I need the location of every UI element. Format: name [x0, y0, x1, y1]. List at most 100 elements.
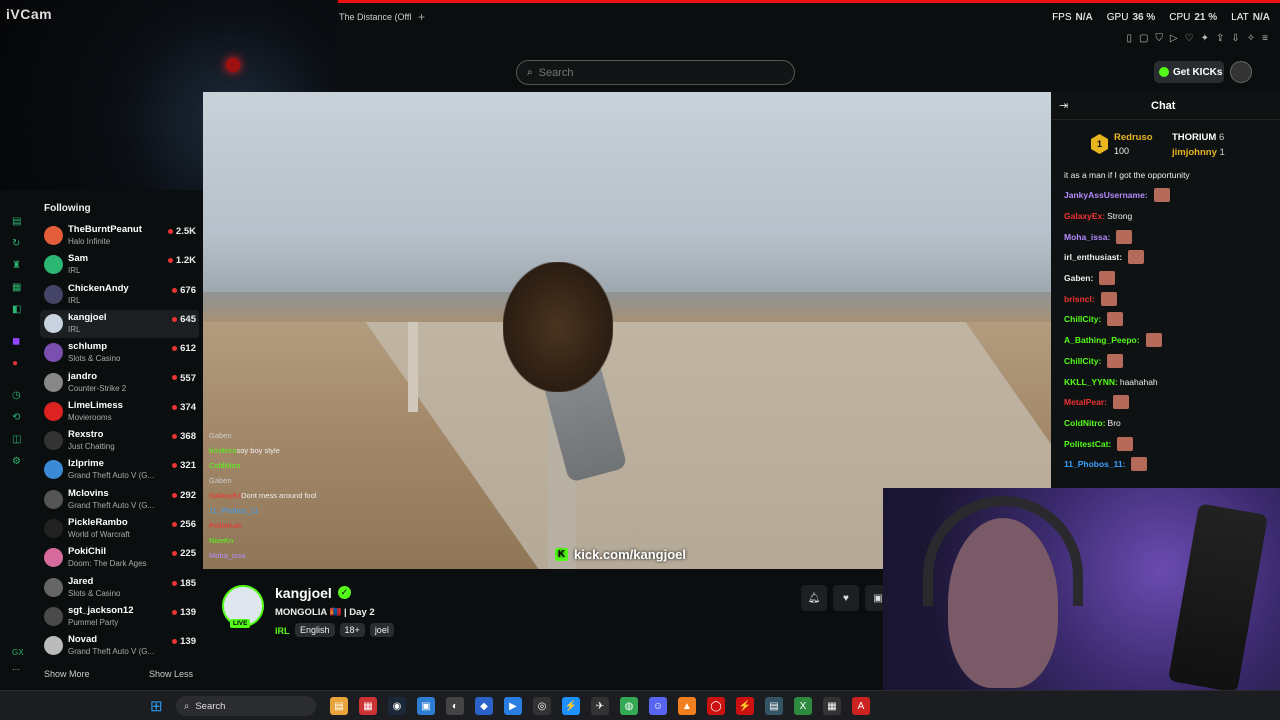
chat-message[interactable]: KKLL_YYNN: haahahah — [1064, 371, 1276, 392]
chat-username[interactable]: ChillCity: — [1064, 314, 1101, 324]
collapse-chat-icon[interactable]: ⇥ — [1059, 99, 1068, 112]
app-icon-15[interactable]: ⚡ — [736, 697, 754, 715]
streamer-name[interactable]: kangjoel — [275, 585, 332, 601]
chat-username[interactable]: brisncl: — [1064, 294, 1095, 304]
recent-icon[interactable]: ◷ — [12, 390, 21, 401]
excel-icon[interactable]: X — [794, 697, 812, 715]
chat-username[interactable]: JankyAssUsername: — [1064, 190, 1148, 200]
chat-username[interactable]: ColdNitro: — [1064, 418, 1106, 428]
stream-tag[interactable]: joel — [369, 623, 394, 637]
following-item[interactable]: Mclovins Grand Theft Auto V (G... 292 — [40, 486, 199, 514]
settings-icon[interactable]: ⚙ — [12, 456, 21, 467]
following-item[interactable]: Sam IRL 1.2K — [40, 251, 199, 279]
following-item[interactable]: schlump Slots & Casino 612 — [40, 339, 199, 367]
gx-icon[interactable]: GX — [12, 648, 24, 657]
app-icon-2[interactable]: ▦ — [359, 697, 377, 715]
app-icon-9[interactable]: ⚡ — [562, 697, 580, 715]
top-gifter-name[interactable]: Redruso — [1114, 132, 1153, 143]
show-less-button[interactable]: Show Less — [149, 669, 193, 679]
app-icon-18[interactable]: ▦ — [823, 697, 841, 715]
following-item[interactable]: Novad Grand Theft Auto V (G... 139 — [40, 632, 199, 660]
following-item[interactable]: ChickenAndy IRL 676 — [40, 281, 199, 309]
chat-username[interactable]: A_Bathing_Peepo: — [1064, 335, 1140, 345]
following-item[interactable]: Izlprime Grand Theft Auto V (G... 321 — [40, 456, 199, 484]
following-icon[interactable]: ◧ — [12, 304, 21, 315]
following-item[interactable]: Rexstro Just Chatting 368 — [40, 427, 199, 455]
follow-heart-icon[interactable]: ♥ — [833, 585, 859, 611]
chat-username[interactable]: MetalPear: — [1064, 397, 1107, 407]
app-icon-5[interactable]: ◐ — [446, 697, 464, 715]
refresh-icon[interactable]: ↻ — [12, 238, 20, 249]
following-item[interactable]: TheBurntPeanut Halo Infinite 2.5K — [40, 222, 199, 250]
stream-tag[interactable]: 18+ — [339, 623, 365, 637]
opera-gx-icon[interactable]: ◯ — [707, 697, 725, 715]
gifter-2[interactable]: THORIUM 6 — [1172, 132, 1224, 143]
stream-category[interactable]: IRL — [275, 626, 290, 636]
new-tab-button[interactable]: + — [418, 10, 425, 24]
chat-username[interactable]: 11_Phobos_11: — [1064, 459, 1125, 469]
chat-message[interactable]: brisncl: — [1064, 288, 1276, 309]
get-kicks-button[interactable]: Get KICKs — [1154, 61, 1224, 83]
chat-username[interactable]: KKLL_YYNN: — [1064, 377, 1118, 387]
menu-icon[interactable]: ≡ — [1262, 33, 1268, 44]
windows-start-icon[interactable]: ⊞ — [150, 697, 163, 715]
browser-tab-title[interactable]: The Distance (Offl — [339, 12, 411, 22]
file-explorer-icon[interactable]: ▤ — [330, 697, 348, 715]
extension-icon[interactable]: ✦ — [1201, 33, 1209, 44]
bookmark-icon[interactable]: ▯ — [1126, 33, 1132, 44]
chat-message[interactable]: irl_enthusiast: — [1064, 247, 1276, 268]
chat-message[interactable]: ChillCity: — [1064, 309, 1276, 330]
acrobat-icon[interactable]: A — [852, 697, 870, 715]
more-icon[interactable]: ··· — [12, 665, 24, 674]
youtube-icon[interactable]: ● — [12, 358, 18, 369]
steam-icon[interactable]: ◉ — [388, 697, 406, 715]
category-icon[interactable]: ♜ — [12, 260, 21, 271]
following-item[interactable]: sgt_jackson12 Pummel Party 139 — [40, 603, 199, 631]
chat-message[interactable]: ChillCity: — [1064, 351, 1276, 372]
search-input[interactable] — [538, 66, 769, 79]
chat-message[interactable]: Gaben: — [1064, 268, 1276, 289]
following-item[interactable]: LimeLimess Movierooms 374 — [40, 398, 199, 426]
chat-username[interactable]: ChillCity: — [1064, 356, 1101, 366]
chat-username[interactable]: Gaben: — [1064, 273, 1093, 283]
chat-username[interactable]: Moha_issa: — [1064, 232, 1110, 242]
stream-tag[interactable]: English — [295, 623, 335, 637]
twitch-icon[interactable]: ◼ — [12, 336, 20, 347]
vlc-icon[interactable]: ▲ — [678, 697, 696, 715]
chat-username[interactable]: irl_enthusiast: — [1064, 252, 1122, 262]
following-item[interactable]: jandro Counter-Strike 2 557 — [40, 369, 199, 397]
download-icon[interactable]: ⇩ — [1231, 33, 1239, 44]
heart-icon[interactable]: ♡ — [1185, 33, 1194, 44]
app-icon-4[interactable]: ▣ — [417, 697, 435, 715]
shield-icon[interactable]: ⛉ — [1155, 33, 1163, 44]
discord-icon[interactable]: ☺ — [649, 697, 667, 715]
user-avatar[interactable] — [1230, 61, 1252, 83]
chat-message[interactable]: PolitestCat: — [1064, 433, 1276, 454]
app-icon-16[interactable]: ▤ — [765, 697, 783, 715]
chat-username[interactable]: GalaxyEx: — [1064, 211, 1105, 221]
chat-message[interactable]: Moha_issa: — [1064, 226, 1276, 247]
notification-bell-icon[interactable]: 🔔︎ — [801, 585, 827, 611]
history-icon[interactable]: ⟲ — [12, 412, 20, 423]
chat-message[interactable]: GalaxyEx: Strong — [1064, 206, 1276, 227]
app-icon-10[interactable]: ✈ — [591, 697, 609, 715]
following-item[interactable]: PickleRambo World of Warcraft 256 — [40, 515, 199, 543]
app-icon-8[interactable]: ◎ — [533, 697, 551, 715]
chat-username[interactable]: PolitestCat: — [1064, 439, 1111, 449]
show-more-button[interactable]: Show More — [44, 669, 90, 679]
share-icon[interactable]: ⇪ — [1216, 33, 1224, 44]
play-icon[interactable]: ▷ — [1170, 33, 1178, 44]
chat-message[interactable]: 11_Phobos_11: — [1064, 454, 1276, 475]
browse-icon[interactable]: ▤ — [12, 216, 21, 227]
chat-message[interactable]: ColdNitro: Bro — [1064, 413, 1276, 434]
app-icon-6[interactable]: ◆ — [475, 697, 493, 715]
ai-icon[interactable]: ✧ — [1247, 33, 1255, 44]
chat-message[interactable]: JankyAssUsername: — [1064, 185, 1276, 206]
gifter-3[interactable]: jimjohnny 1 — [1172, 147, 1225, 158]
chat-message[interactable]: A_Bathing_Peepo: — [1064, 330, 1276, 351]
clips-icon[interactable]: ▦ — [12, 282, 21, 293]
chat-icon[interactable]: ◫ — [12, 434, 21, 445]
chat-message[interactable]: MetalPear: — [1064, 392, 1276, 413]
chrome-icon[interactable]: ◍ — [620, 697, 638, 715]
square-icon[interactable]: ▢ — [1139, 33, 1148, 44]
